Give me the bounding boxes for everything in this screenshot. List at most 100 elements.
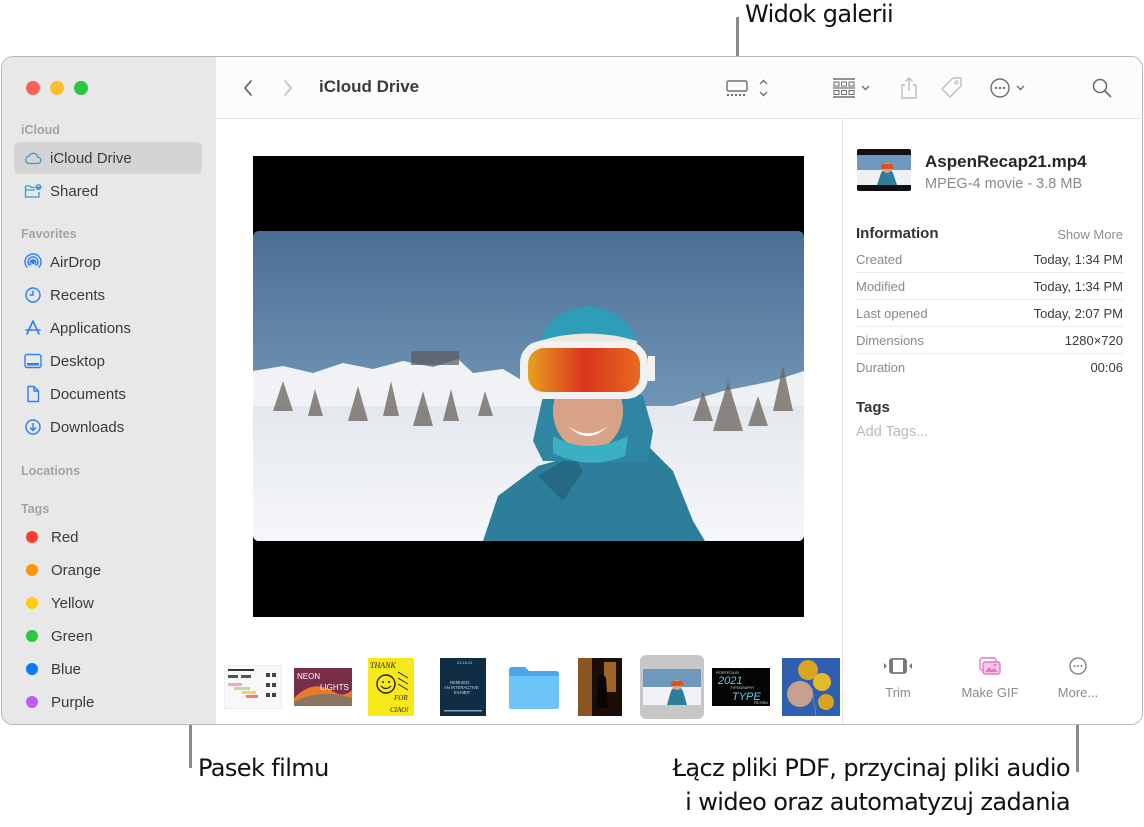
info-row-created: Created Today, 1:34 PM	[856, 246, 1123, 273]
callout-more-line2: i wideo oraz automatyzuj zadania	[685, 788, 1070, 816]
purple-tag-dot-icon	[26, 696, 38, 708]
sidebar-item-label: Orange	[51, 561, 102, 579]
minimize-button[interactable]	[50, 81, 64, 95]
filmstrip-item-infographic[interactable]	[222, 657, 284, 717]
svg-text:CIAO!: CIAO!	[390, 706, 409, 714]
sidebar-item-label: Blue	[51, 660, 82, 678]
sidebar-item-label: Recents	[50, 286, 106, 304]
share-button[interactable]	[896, 75, 922, 101]
svg-text:01.10.21: 01.10.21	[457, 660, 473, 665]
sidebar-item-label: AirDrop	[50, 253, 101, 271]
information-heading: Information	[856, 225, 939, 242]
sidebar-item-shared[interactable]: Shared	[14, 175, 202, 207]
sidebar-tag-green[interactable]: Green	[14, 620, 202, 652]
info-key: Last opened	[856, 305, 928, 321]
info-row-modified: Modified Today, 1:34 PM	[856, 273, 1123, 300]
sidebar-item-label: Red	[51, 528, 79, 546]
sidebar-tag-orange[interactable]: Orange	[14, 554, 202, 586]
svg-text:EXHIBIT: EXHIBIT	[454, 690, 471, 695]
search-button[interactable]	[1090, 75, 1114, 101]
cloud-icon	[24, 149, 42, 167]
file-name: AspenRecap21.mp4	[925, 152, 1087, 171]
zoom-button[interactable]	[74, 81, 88, 95]
add-tags-field[interactable]: Add Tags...	[856, 424, 928, 440]
sidebar-item-icloud-drive[interactable]: iCloud Drive	[14, 142, 202, 174]
red-tag-dot-icon	[26, 531, 38, 543]
video-preview[interactable]	[253, 156, 804, 617]
sidebar-item-airdrop[interactable]: AirDrop	[14, 246, 202, 278]
more-quick-actions-button[interactable]: More...	[1038, 653, 1118, 700]
callout-more-line1: Łącz pliki PDF, przycinaj pliki audio	[672, 754, 1071, 782]
yellow-tag-dot-icon	[26, 597, 38, 609]
video-frame	[253, 231, 804, 541]
sidebar-tag-yellow[interactable]: Yellow	[14, 587, 202, 619]
sidebar-item-applications[interactable]: Applications	[14, 312, 202, 344]
more-icon	[990, 78, 1025, 98]
forward-button[interactable]	[278, 75, 298, 101]
sidebar-item-label: Applications	[50, 319, 131, 337]
info-value: 00:06	[1090, 360, 1123, 375]
toolbar: iCloud Drive	[216, 57, 1142, 119]
section-label-locations: Locations	[21, 464, 81, 478]
group-button[interactable]	[830, 75, 876, 101]
sidebar-tag-red[interactable]: Red	[14, 521, 202, 553]
action-label: More...	[1057, 685, 1099, 700]
info-value: Today, 1:34 PM	[1033, 251, 1123, 267]
filmstrip-item-neon-lights[interactable]: NEON LIGHTS	[292, 657, 354, 717]
show-more-link[interactable]: Show More	[1057, 227, 1123, 242]
search-icon	[1092, 78, 1112, 98]
shared-folder-icon	[24, 182, 42, 200]
blue-tag-dot-icon	[26, 663, 38, 675]
green-tag-dot-icon	[26, 630, 38, 642]
info-row-dimensions: Dimensions 1280×720	[856, 327, 1123, 354]
action-label: Trim	[885, 685, 911, 700]
window-title: iCloud Drive	[319, 77, 420, 96]
window-controls	[26, 81, 88, 95]
tag-button[interactable]	[938, 75, 966, 101]
make-gif-button[interactable]: Make GIF	[950, 653, 1030, 700]
sidebar-item-documents[interactable]: Documents	[14, 378, 202, 410]
tags-heading: Tags	[856, 399, 890, 416]
file-kind: MPEG-4 movie - 3.8 MB	[925, 176, 1083, 192]
filmstrip-item-dark-photo[interactable]	[576, 657, 624, 717]
back-icon	[243, 80, 252, 96]
info-row-duration: Duration 00:06	[856, 354, 1123, 381]
svg-text:TYPOGRAPHY: TYPOGRAPHY	[730, 686, 755, 690]
sidebar-item-label: Shared	[50, 182, 99, 200]
sidebar-tag-purple[interactable]: Purple	[14, 686, 202, 718]
document-icon	[24, 385, 42, 403]
skier-photo	[253, 231, 804, 541]
back-button[interactable]	[238, 75, 258, 101]
folder-icon	[509, 667, 559, 709]
filmstrip-item-remixed[interactable]: 01.10.21 REMIXED: AN INTERACTIVE EXHIBIT	[438, 657, 488, 717]
trim-button[interactable]: Trim	[858, 653, 938, 700]
file-thumbnail	[857, 149, 911, 191]
filmstrip-item-balloons[interactable]	[780, 657, 842, 717]
section-label-tags: Tags	[21, 502, 50, 516]
sidebar-item-label: Green	[51, 627, 93, 645]
filmstrip-item-folder[interactable]	[506, 657, 562, 717]
sidebar-tag-blue[interactable]: Blue	[14, 653, 202, 685]
airdrop-icon	[24, 253, 42, 271]
close-button[interactable]	[26, 81, 40, 95]
applications-icon	[24, 319, 42, 337]
filmstrip-item-aspen-recap[interactable]	[640, 655, 704, 719]
sidebar-item-desktop[interactable]: Desktop	[14, 345, 202, 377]
more-icon	[1038, 653, 1118, 679]
callout-filmstrip: Pasek filmu	[198, 754, 329, 782]
filmstrip-item-thank-you[interactable]: THANK FOR CIAO!	[366, 657, 416, 717]
group-icon	[833, 78, 870, 98]
orange-tag-dot-icon	[26, 564, 38, 576]
sidebar-item-downloads[interactable]: Downloads	[14, 411, 202, 443]
filmstrip-item-portfolio-type[interactable]: PORTFOLIO 2021 TYPOGRAPHY TYPE FEI REN	[710, 657, 772, 717]
sidebar-item-label: Downloads	[50, 418, 125, 436]
more-actions-button[interactable]	[988, 75, 1032, 101]
info-key: Created	[856, 251, 903, 267]
svg-text:NEON: NEON	[297, 672, 320, 681]
sidebar-item-recents[interactable]: Recents	[14, 279, 202, 311]
tag-icon	[941, 77, 962, 98]
info-value: 1280×720	[1064, 332, 1123, 348]
trim-icon	[858, 653, 938, 679]
gallery-view-button[interactable]	[724, 75, 772, 101]
sidebar-item-label: iCloud Drive	[50, 149, 132, 167]
